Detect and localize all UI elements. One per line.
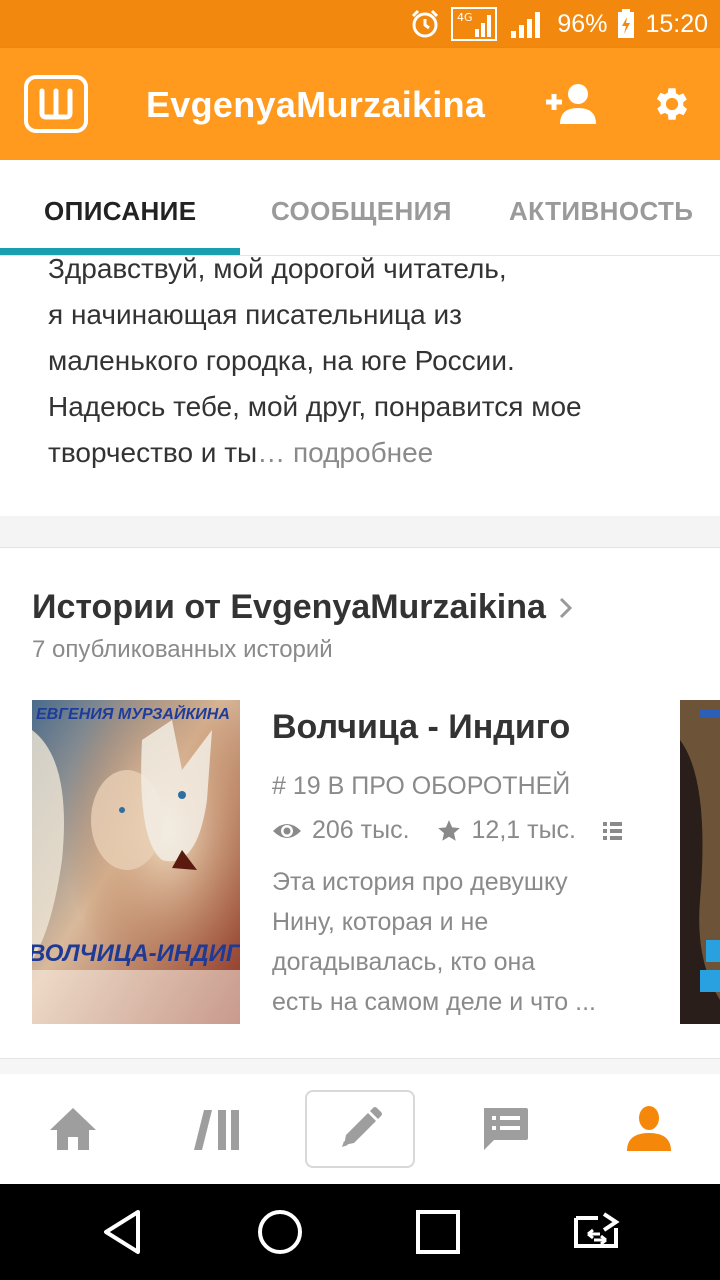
library-icon	[194, 1110, 239, 1150]
signal-4g-icon: 4G	[451, 7, 498, 41]
gear-icon	[656, 88, 688, 120]
section-divider	[0, 1058, 720, 1074]
story-description-line: есть на самом деле и что ...	[272, 988, 596, 1016]
signal-icon	[507, 9, 547, 39]
home-button[interactable]	[250, 1204, 310, 1260]
section-divider	[0, 516, 720, 548]
nav-messages[interactable]	[450, 1090, 560, 1168]
description-line-last: творчество и ты… подробнее	[48, 430, 688, 476]
reads-stat: 206 тыс.	[272, 816, 410, 845]
stories-title: Истории от EvgenyaMurzaikina	[32, 588, 546, 626]
cover-artwork	[680, 700, 720, 1024]
next-story-cover[interactable]	[680, 700, 720, 1024]
votes-count: 12,1 тыс.	[471, 816, 576, 844]
network-type-label: 4G	[457, 11, 473, 24]
status-bar: 4G 96% 15:20	[0, 0, 720, 48]
votes-stat: 12,1 тыс.	[436, 816, 576, 845]
battery-charging-icon	[617, 9, 635, 39]
story-description-line: Нину, которая и не	[272, 908, 489, 936]
chevron-right-icon	[559, 597, 573, 618]
stories-count: 7 опубликованных историй	[32, 636, 333, 663]
story-description-line: догадывалась, кто она	[272, 948, 536, 976]
profile-username: EvgenyaMurzaikina	[146, 84, 486, 125]
cover-author: ЕВГЕНИЯ МУРЗАЙКИНА	[36, 706, 230, 723]
system-navigation-bar	[0, 1184, 720, 1280]
stories-section-header[interactable]: Истории от EvgenyaMurzaikina	[32, 588, 574, 627]
parts-stat	[602, 820, 624, 842]
reads-count: 206 тыс.	[312, 816, 410, 844]
circle-home-icon	[258, 1210, 302, 1254]
description-line: Надеюсь тебе, мой друг, понравится мое	[48, 391, 582, 422]
story-rank: # 19 В ПРО ОБОРОТНЕЙ	[272, 772, 571, 800]
recents-button[interactable]	[408, 1204, 468, 1260]
write-icon	[342, 1107, 382, 1147]
read-more-link[interactable]: подробнее	[293, 437, 433, 468]
square-recents-icon	[416, 1210, 460, 1254]
description-line: Здравствуй, мой дорогой читатель,	[48, 253, 507, 284]
list-icon	[603, 821, 622, 840]
follow-button[interactable]	[544, 78, 600, 130]
star-icon	[437, 819, 460, 841]
clock: 15:20	[645, 9, 708, 38]
story-stats: 206 тыс. 12,1 тыс.	[272, 816, 650, 845]
description-line: я начинающая писательница из	[48, 299, 462, 330]
battery-percent: 96%	[557, 9, 608, 38]
switch-app-icon	[574, 1212, 620, 1248]
description-line: творчество и ты	[48, 437, 258, 468]
settings-button[interactable]	[644, 78, 700, 130]
back-button[interactable]	[92, 1204, 152, 1260]
logo-icon	[39, 88, 73, 120]
eye-icon	[273, 823, 301, 838]
wattpad-logo[interactable]	[24, 75, 88, 133]
back-icon	[104, 1210, 140, 1254]
story-description-line: Эта история про девушку	[272, 868, 568, 896]
description-line: маленького городка, на юге России.	[48, 345, 515, 376]
story-title[interactable]: Волчица - Индиго	[272, 708, 570, 747]
nav-home[interactable]	[18, 1090, 128, 1168]
tab-activity[interactable]: АКТИВНОСТЬ	[509, 196, 693, 227]
messages-icon	[484, 1108, 528, 1150]
bottom-navigation	[0, 1074, 720, 1184]
cover-artwork	[32, 700, 240, 1024]
nav-profile[interactable]	[594, 1090, 704, 1168]
profile-icon	[627, 1106, 671, 1151]
profile-description: Здравствуй, мой дорогой читатель, я начи…	[48, 246, 688, 476]
app-bar: EvgenyaMurzaikina	[0, 48, 720, 160]
status-icons: 4G 96% 15:20	[409, 0, 708, 48]
tab-messages[interactable]: СООБЩЕНИЯ	[271, 196, 452, 227]
tab-description[interactable]: ОПИСАНИЕ	[44, 196, 197, 227]
description-ellipsis: …	[257, 437, 286, 468]
add-contact-icon	[546, 84, 596, 124]
cover-title: ВОЛЧИЦА-ИНДИГО	[32, 940, 240, 967]
profile-tabs: ОПИСАНИЕ СООБЩЕНИЯ АКТИВНОСТЬ	[0, 160, 720, 256]
alarm-icon	[409, 8, 441, 40]
story-description: Эта история про девушку Нину, которая и …	[272, 862, 652, 1022]
story-cover[interactable]: ЕВГЕНИЯ МУРЗАЙКИНА ВОЛЧИЦА-ИНДИГО	[32, 700, 240, 1024]
switch-app-button[interactable]	[566, 1204, 626, 1260]
nav-write[interactable]	[305, 1090, 415, 1168]
home-icon	[50, 1108, 96, 1150]
nav-library[interactable]	[162, 1090, 272, 1168]
